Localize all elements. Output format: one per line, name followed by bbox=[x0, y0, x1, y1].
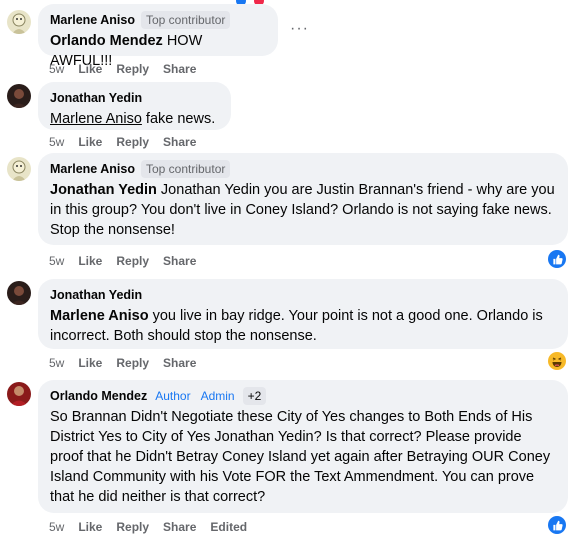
comment-actions: 5w Like Reply Share bbox=[49, 61, 196, 77]
mention-link[interactable]: Marlene Aniso bbox=[50, 308, 149, 324]
comment-time[interactable]: 5w bbox=[49, 62, 64, 76]
comment-bubble: Jonathan Yedin Marlene Aniso you live in… bbox=[38, 279, 568, 349]
like-button[interactable]: Like bbox=[78, 62, 102, 76]
comment-author[interactable]: Marlene Aniso bbox=[50, 162, 135, 176]
like-button[interactable]: Like bbox=[78, 254, 102, 268]
like-reaction-icon[interactable] bbox=[548, 516, 566, 534]
author-badge: Author bbox=[155, 389, 191, 403]
share-button[interactable]: Share bbox=[163, 62, 196, 76]
like-reaction-icon[interactable] bbox=[548, 250, 566, 268]
edited-label: Edited bbox=[210, 520, 248, 534]
haha-reaction-icon[interactable] bbox=[548, 352, 566, 370]
mention-link[interactable]: Orlando Mendez bbox=[50, 33, 163, 49]
comment-text: So Brannan Didn't Negotiate these City o… bbox=[50, 409, 551, 505]
comment-time[interactable]: 5w bbox=[49, 356, 64, 370]
reply-button[interactable]: Reply bbox=[116, 135, 149, 149]
avatar[interactable] bbox=[7, 281, 31, 305]
top-contributor-badge: Top contributor bbox=[140, 11, 231, 29]
mention-link[interactable]: Marlene Aniso bbox=[50, 111, 142, 127]
reply-button[interactable]: Reply bbox=[116, 62, 149, 76]
more-options-icon[interactable]: ··· bbox=[290, 20, 309, 38]
comment-bubble: Orlando Mendez Author Admin +2 So Branna… bbox=[38, 380, 568, 513]
reply-button[interactable]: Reply bbox=[116, 356, 149, 370]
share-button[interactable]: Share bbox=[163, 356, 196, 370]
comment-text: Marlene Aniso fake news. bbox=[50, 109, 219, 129]
like-button[interactable]: Like bbox=[78, 356, 102, 370]
like-button[interactable]: Like bbox=[78, 135, 102, 149]
mention-link[interactable]: Jonathan Yedin bbox=[50, 182, 157, 198]
avatar[interactable] bbox=[7, 10, 31, 34]
comment-bubble: Marlene Aniso Top contributor Orlando Me… bbox=[38, 4, 278, 69]
comment-author[interactable]: Orlando Mendez bbox=[50, 389, 147, 403]
comment-author[interactable]: Jonathan Yedin bbox=[50, 288, 142, 302]
comment-time[interactable]: 5w bbox=[49, 520, 64, 534]
admin-badge: Admin bbox=[200, 389, 235, 403]
share-button[interactable]: Share bbox=[163, 135, 196, 149]
comment-actions: 5w Like Reply Share Edited bbox=[49, 519, 247, 535]
share-button[interactable]: Share bbox=[163, 254, 196, 268]
avatar[interactable] bbox=[7, 382, 31, 406]
comment-bubble: Marlene Aniso Top contributor Jonathan Y… bbox=[38, 153, 568, 245]
comment-body: fake news. bbox=[141, 111, 216, 127]
comment-text: Marlene Aniso you live in bay ridge. You… bbox=[50, 306, 556, 346]
comment-time[interactable]: 5w bbox=[49, 254, 64, 268]
reply-button[interactable]: Reply bbox=[116, 520, 149, 534]
like-button[interactable]: Like bbox=[78, 520, 102, 534]
comment-author[interactable]: Jonathan Yedin bbox=[50, 91, 142, 105]
comment-bubble: Jonathan Yedin Marlene Aniso fake news. bbox=[38, 82, 231, 130]
share-button[interactable]: Share bbox=[163, 520, 196, 534]
comment-author[interactable]: Marlene Aniso bbox=[50, 13, 135, 27]
avatar[interactable] bbox=[7, 157, 31, 181]
avatar[interactable] bbox=[7, 84, 31, 108]
comment-actions: 5w Like Reply Share bbox=[49, 355, 196, 371]
comment-text: Jonathan Yedin Jonathan Yedin you are Ju… bbox=[50, 180, 556, 240]
top-contributor-badge: Top contributor bbox=[140, 160, 231, 178]
comment-actions: 5w Like Reply Share bbox=[49, 253, 196, 269]
comment-actions: 5w Like Reply Share bbox=[49, 134, 196, 150]
comment-time[interactable]: 5w bbox=[49, 135, 64, 149]
more-badges-count[interactable]: +2 bbox=[242, 387, 267, 405]
reply-button[interactable]: Reply bbox=[116, 254, 149, 268]
